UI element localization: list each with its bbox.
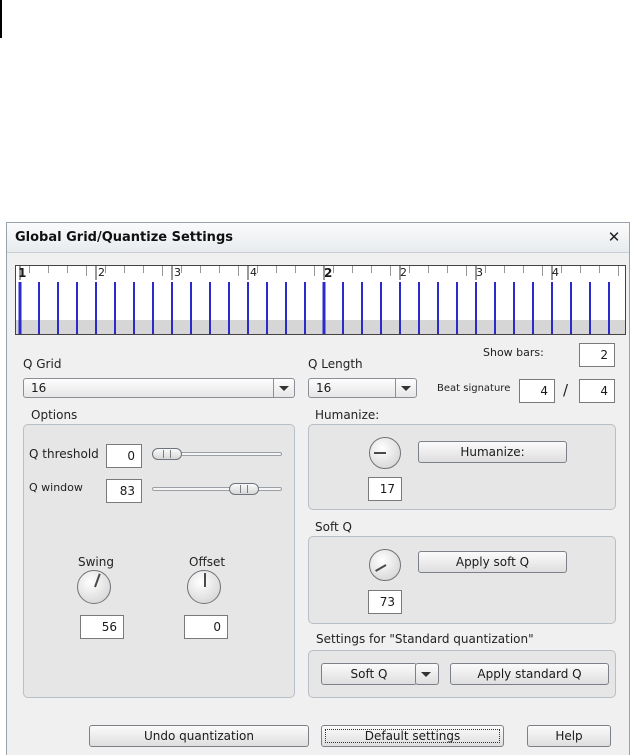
apply-soft-q-button[interactable]: Apply soft Q <box>418 551 567 573</box>
q-grid-select[interactable]: 16 <box>23 378 295 398</box>
beat-denominator-field[interactable]: 4 <box>579 379 615 403</box>
humanize-knob[interactable] <box>369 437 401 469</box>
humanize-button[interactable]: Humanize: <box>418 441 567 463</box>
q-window-field[interactable]: 83 <box>106 479 142 503</box>
offset-knob[interactable] <box>187 570 221 604</box>
knob-indicator <box>374 452 386 454</box>
q-grid-label: Q Grid <box>23 357 62 371</box>
chevron-down-icon <box>421 672 431 677</box>
q-window-label: Q window <box>29 481 83 494</box>
q-threshold-field[interactable]: 0 <box>106 444 142 468</box>
swing-knob[interactable] <box>77 570 111 604</box>
bar-label-2: 2 <box>324 266 333 280</box>
beat-label: 4 <box>250 266 257 279</box>
standard-group: Soft Q Apply standard Q <box>308 650 616 698</box>
q-length-label: Q Length <box>308 357 363 371</box>
swing-label: Swing <box>78 555 114 569</box>
apply-standard-q-button[interactable]: Apply standard Q <box>450 663 609 685</box>
bar-label-1: 1 <box>18 266 27 280</box>
options-group: Q threshold 0 Q window 83 Swing 56 Offse… <box>23 424 295 698</box>
offset-field[interactable]: 0 <box>184 615 228 639</box>
offset-label: Offset <box>189 555 226 569</box>
beat-label: 3 <box>476 266 483 279</box>
grid-ruler[interactable]: 1 2 3 4 2 2 3 4 <box>15 265 626 335</box>
default-settings-button[interactable]: Default settings <box>321 725 504 747</box>
q-threshold-slider[interactable] <box>152 448 182 460</box>
standard-mode-button[interactable]: Soft Q <box>321 663 417 685</box>
beat-numerator-field[interactable]: 4 <box>519 379 555 403</box>
beat-signature-label: Beat signature <box>437 383 511 394</box>
q-threshold-label: Q threshold <box>29 447 99 461</box>
soft-q-knob[interactable] <box>369 549 401 581</box>
dialog-title: Global Grid/Quantize Settings <box>15 230 233 245</box>
beat-label: 2 <box>98 266 105 279</box>
chevron-down-icon[interactable] <box>395 379 416 397</box>
knob-indicator <box>204 573 206 587</box>
close-icon[interactable]: ✕ <box>604 227 624 247</box>
humanize-title: Humanize: <box>315 408 380 422</box>
ruler-grid <box>18 266 619 334</box>
swing-field[interactable]: 56 <box>80 615 124 639</box>
chevron-down-icon[interactable] <box>273 379 294 397</box>
undo-quantization-button[interactable]: Undo quantization <box>89 725 309 747</box>
standard-mode-dropdown[interactable] <box>415 663 439 685</box>
q-window-slider[interactable] <box>229 483 259 495</box>
soft-q-title: Soft Q <box>315 520 352 534</box>
show-bars-label: Show bars: <box>483 346 544 359</box>
beat-separator: / <box>563 381 569 399</box>
help-button[interactable]: Help <box>527 725 611 747</box>
standard-title: Settings for "Standard quantization" <box>316 632 534 646</box>
q-window-track <box>152 487 282 491</box>
show-bars-field[interactable]: 2 <box>579 343 615 367</box>
soft-q-field[interactable]: 73 <box>368 590 402 614</box>
quantize-dialog: Global Grid/Quantize Settings ✕ 1 2 3 4 … <box>6 222 630 755</box>
beat-label: 2 <box>400 266 407 279</box>
beat-label: 3 <box>174 266 181 279</box>
q-grid-value: 16 <box>31 381 47 395</box>
beat-label: 4 <box>552 266 559 279</box>
soft-q-group: Apply soft Q 73 <box>308 536 616 624</box>
title-bar: Global Grid/Quantize Settings ✕ <box>7 223 629 253</box>
text-cursor <box>0 0 2 38</box>
humanize-field[interactable]: 17 <box>368 477 402 501</box>
q-length-value: 16 <box>316 381 332 395</box>
knob-indicator <box>375 564 387 572</box>
options-title: Options <box>31 408 78 422</box>
knob-indicator <box>94 573 101 588</box>
humanize-group: Humanize: 17 <box>308 424 616 510</box>
q-length-select[interactable]: 16 <box>308 378 417 398</box>
